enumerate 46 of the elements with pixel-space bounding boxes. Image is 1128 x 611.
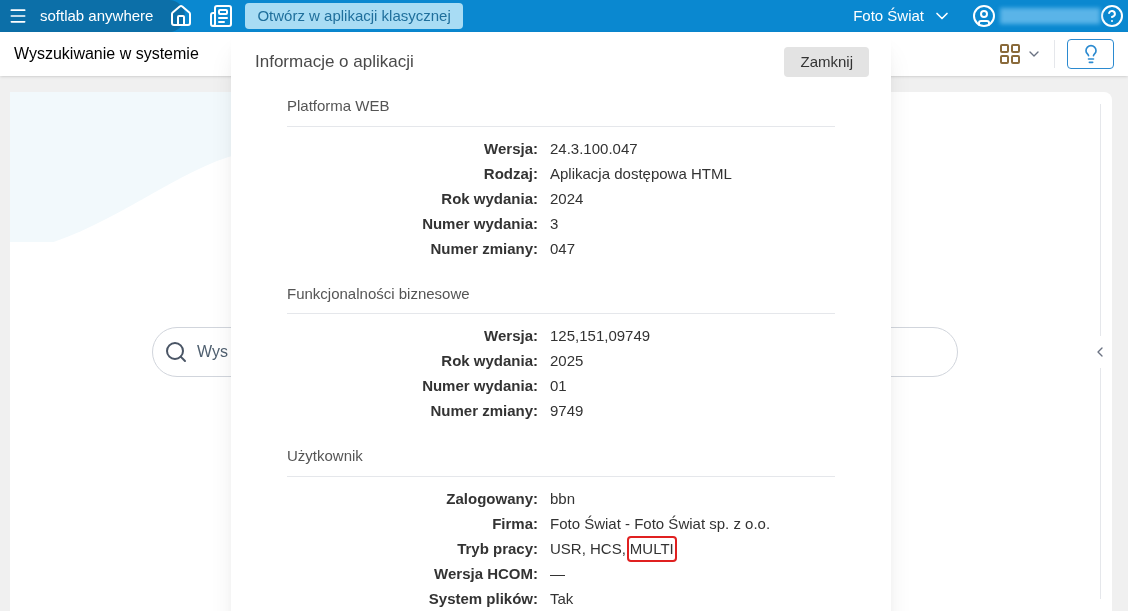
field-label: Firma:: [491, 513, 539, 534]
field-value: 2024: [550, 188, 584, 209]
company-name[interactable]: Foto Świat: [853, 4, 924, 28]
field-value: 3: [550, 213, 559, 234]
layout-grid-icon[interactable]: [998, 42, 1022, 66]
field-value: —: [550, 563, 565, 584]
field-value: Aplikacja dostępowa HTML: [550, 163, 732, 184]
section-heading: Użytkownik: [287, 445, 835, 477]
field-label: Rok wydania:: [440, 351, 539, 372]
field-label: Tryb pracy:: [456, 538, 539, 559]
field-label: Wersja:: [483, 326, 539, 347]
field-value: Tak: [550, 588, 574, 609]
field-value: 01: [550, 376, 567, 397]
field-label: Rok wydania:: [440, 188, 539, 209]
field-value: 24.3.100.047: [550, 138, 638, 159]
menu-icon[interactable]: [8, 6, 28, 26]
field-value: USR, HCS,: [550, 538, 626, 559]
home-icon[interactable]: [169, 4, 194, 28]
field-label: Zalogowany:: [445, 488, 539, 509]
close-button[interactable]: Zamknij: [784, 47, 869, 77]
field-value: 125,151,09749: [550, 326, 651, 347]
lightbulb-button[interactable]: [1067, 39, 1114, 69]
field-label: Wersja HCOM:: [433, 563, 539, 584]
section-heading: Platforma WEB: [287, 95, 835, 127]
field-label: Numer zmiany:: [429, 401, 539, 422]
open-classic-button[interactable]: Otwórz w aplikacji klasycznej: [245, 3, 463, 29]
field-value: 2025: [550, 351, 584, 372]
field-label: Numer wydania:: [421, 376, 539, 397]
field-label: Numer wydania:: [421, 213, 539, 234]
brand-name: softlab anywhere: [40, 5, 154, 26]
dialog-title: Informacje o aplikacji: [255, 51, 414, 74]
field-value: 047: [550, 238, 576, 259]
field-value: bbn: [550, 488, 576, 509]
field-value: 9749: [550, 401, 584, 422]
page-title: Wyszukiwanie w systemie: [14, 44, 199, 64]
field-value: MULTI: [626, 535, 677, 563]
field-label: Numer zmiany:: [429, 238, 539, 259]
help-icon[interactable]: [1100, 4, 1124, 28]
field-value: Foto Świat - Foto Świat sp. z o.o.: [550, 513, 771, 534]
user-icon[interactable]: [972, 4, 996, 28]
newspaper-icon[interactable]: [209, 4, 234, 28]
field-label: Rodzaj:: [482, 163, 539, 184]
field-label: System plików:: [427, 588, 539, 609]
section-heading: Funkcjonalności biznesowe: [287, 282, 835, 314]
search-icon: [164, 339, 188, 364]
field-label: Wersja:: [483, 138, 539, 159]
